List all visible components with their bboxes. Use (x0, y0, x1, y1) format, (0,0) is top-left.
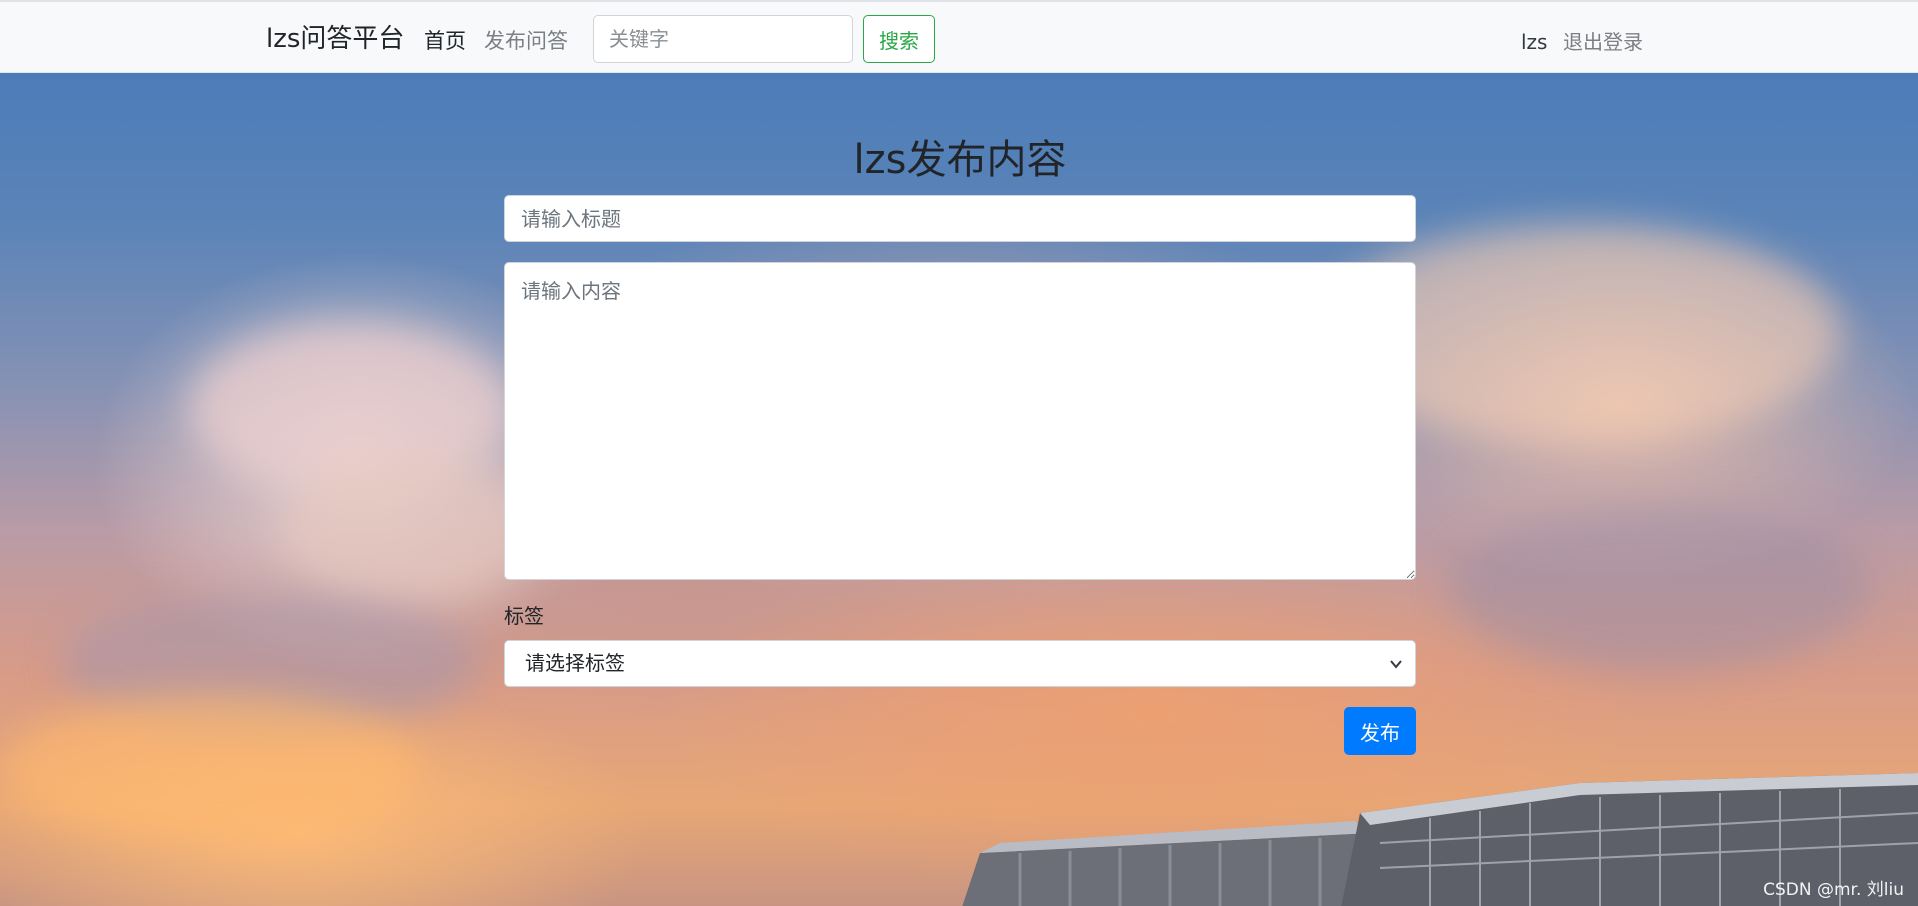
nav-user-link[interactable]: lzs (1521, 27, 1547, 57)
search-button[interactable]: 搜索 (863, 15, 935, 63)
page-title: lzs发布内容 (853, 137, 1067, 183)
top-navbar: lzs问答平台 首页 发布问答 搜索 lzs 退出登录 (0, 0, 1918, 73)
logout-link[interactable]: 退出登录 (1563, 27, 1643, 57)
search-input[interactable] (593, 15, 853, 63)
title-input[interactable] (504, 195, 1416, 242)
nav-publish-link[interactable]: 发布问答 (484, 26, 568, 56)
chevron-down-icon (1390, 660, 1402, 669)
brand-link[interactable]: lzs问答平台 (266, 22, 404, 56)
tag-select[interactable]: 请选择标签 (504, 640, 1416, 687)
content-textarea[interactable] (504, 262, 1416, 580)
nav-home-link[interactable]: 首页 (424, 26, 466, 56)
tag-select-value: 请选择标签 (525, 651, 625, 675)
publish-button[interactable]: 发布 (1344, 707, 1416, 755)
watermark-text: CSDN @mr. 刘liu (1763, 880, 1904, 900)
tag-label: 标签 (504, 604, 544, 628)
